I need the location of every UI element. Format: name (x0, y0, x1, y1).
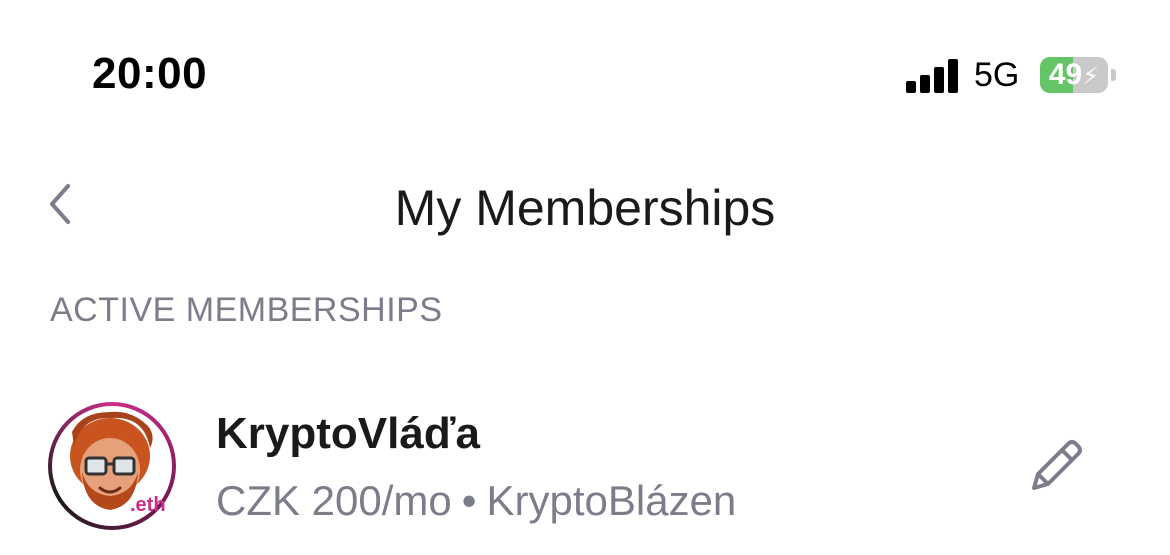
battery-level: 49⚡︎ (1048, 58, 1100, 91)
separator-dot: • (461, 477, 477, 524)
battery-icon: 49⚡︎ (1040, 57, 1108, 93)
memberships-screen: 20:00 5G 49⚡︎ My Memberships ACTIVE MEMB… (0, 0, 1170, 555)
membership-details: CZK 200/mo • KryptoBlázen (216, 476, 736, 526)
pencil-icon (1032, 440, 1082, 490)
network-type: 5G (974, 56, 1020, 94)
avatar-badge: .eth (130, 494, 166, 516)
page-title: My Memberships (394, 180, 776, 236)
status-time: 20:00 (92, 49, 208, 98)
battery-cap (1111, 69, 1116, 81)
charging-bolt-icon: ⚡︎ (1082, 63, 1100, 90)
signal-icon (906, 57, 960, 93)
membership-name: KryptoVláďa (216, 409, 480, 458)
membership-row[interactable]: .eth KryptoVláďa CZK 200/mo • KryptoBlázen (0, 390, 1170, 540)
membership-price: CZK 200/mo (216, 477, 452, 524)
edit-membership-button[interactable] (1024, 434, 1088, 498)
membership-tier: KryptoBlázen (486, 477, 737, 524)
section-header-active: ACTIVE MEMBERSHIPS (50, 291, 443, 329)
